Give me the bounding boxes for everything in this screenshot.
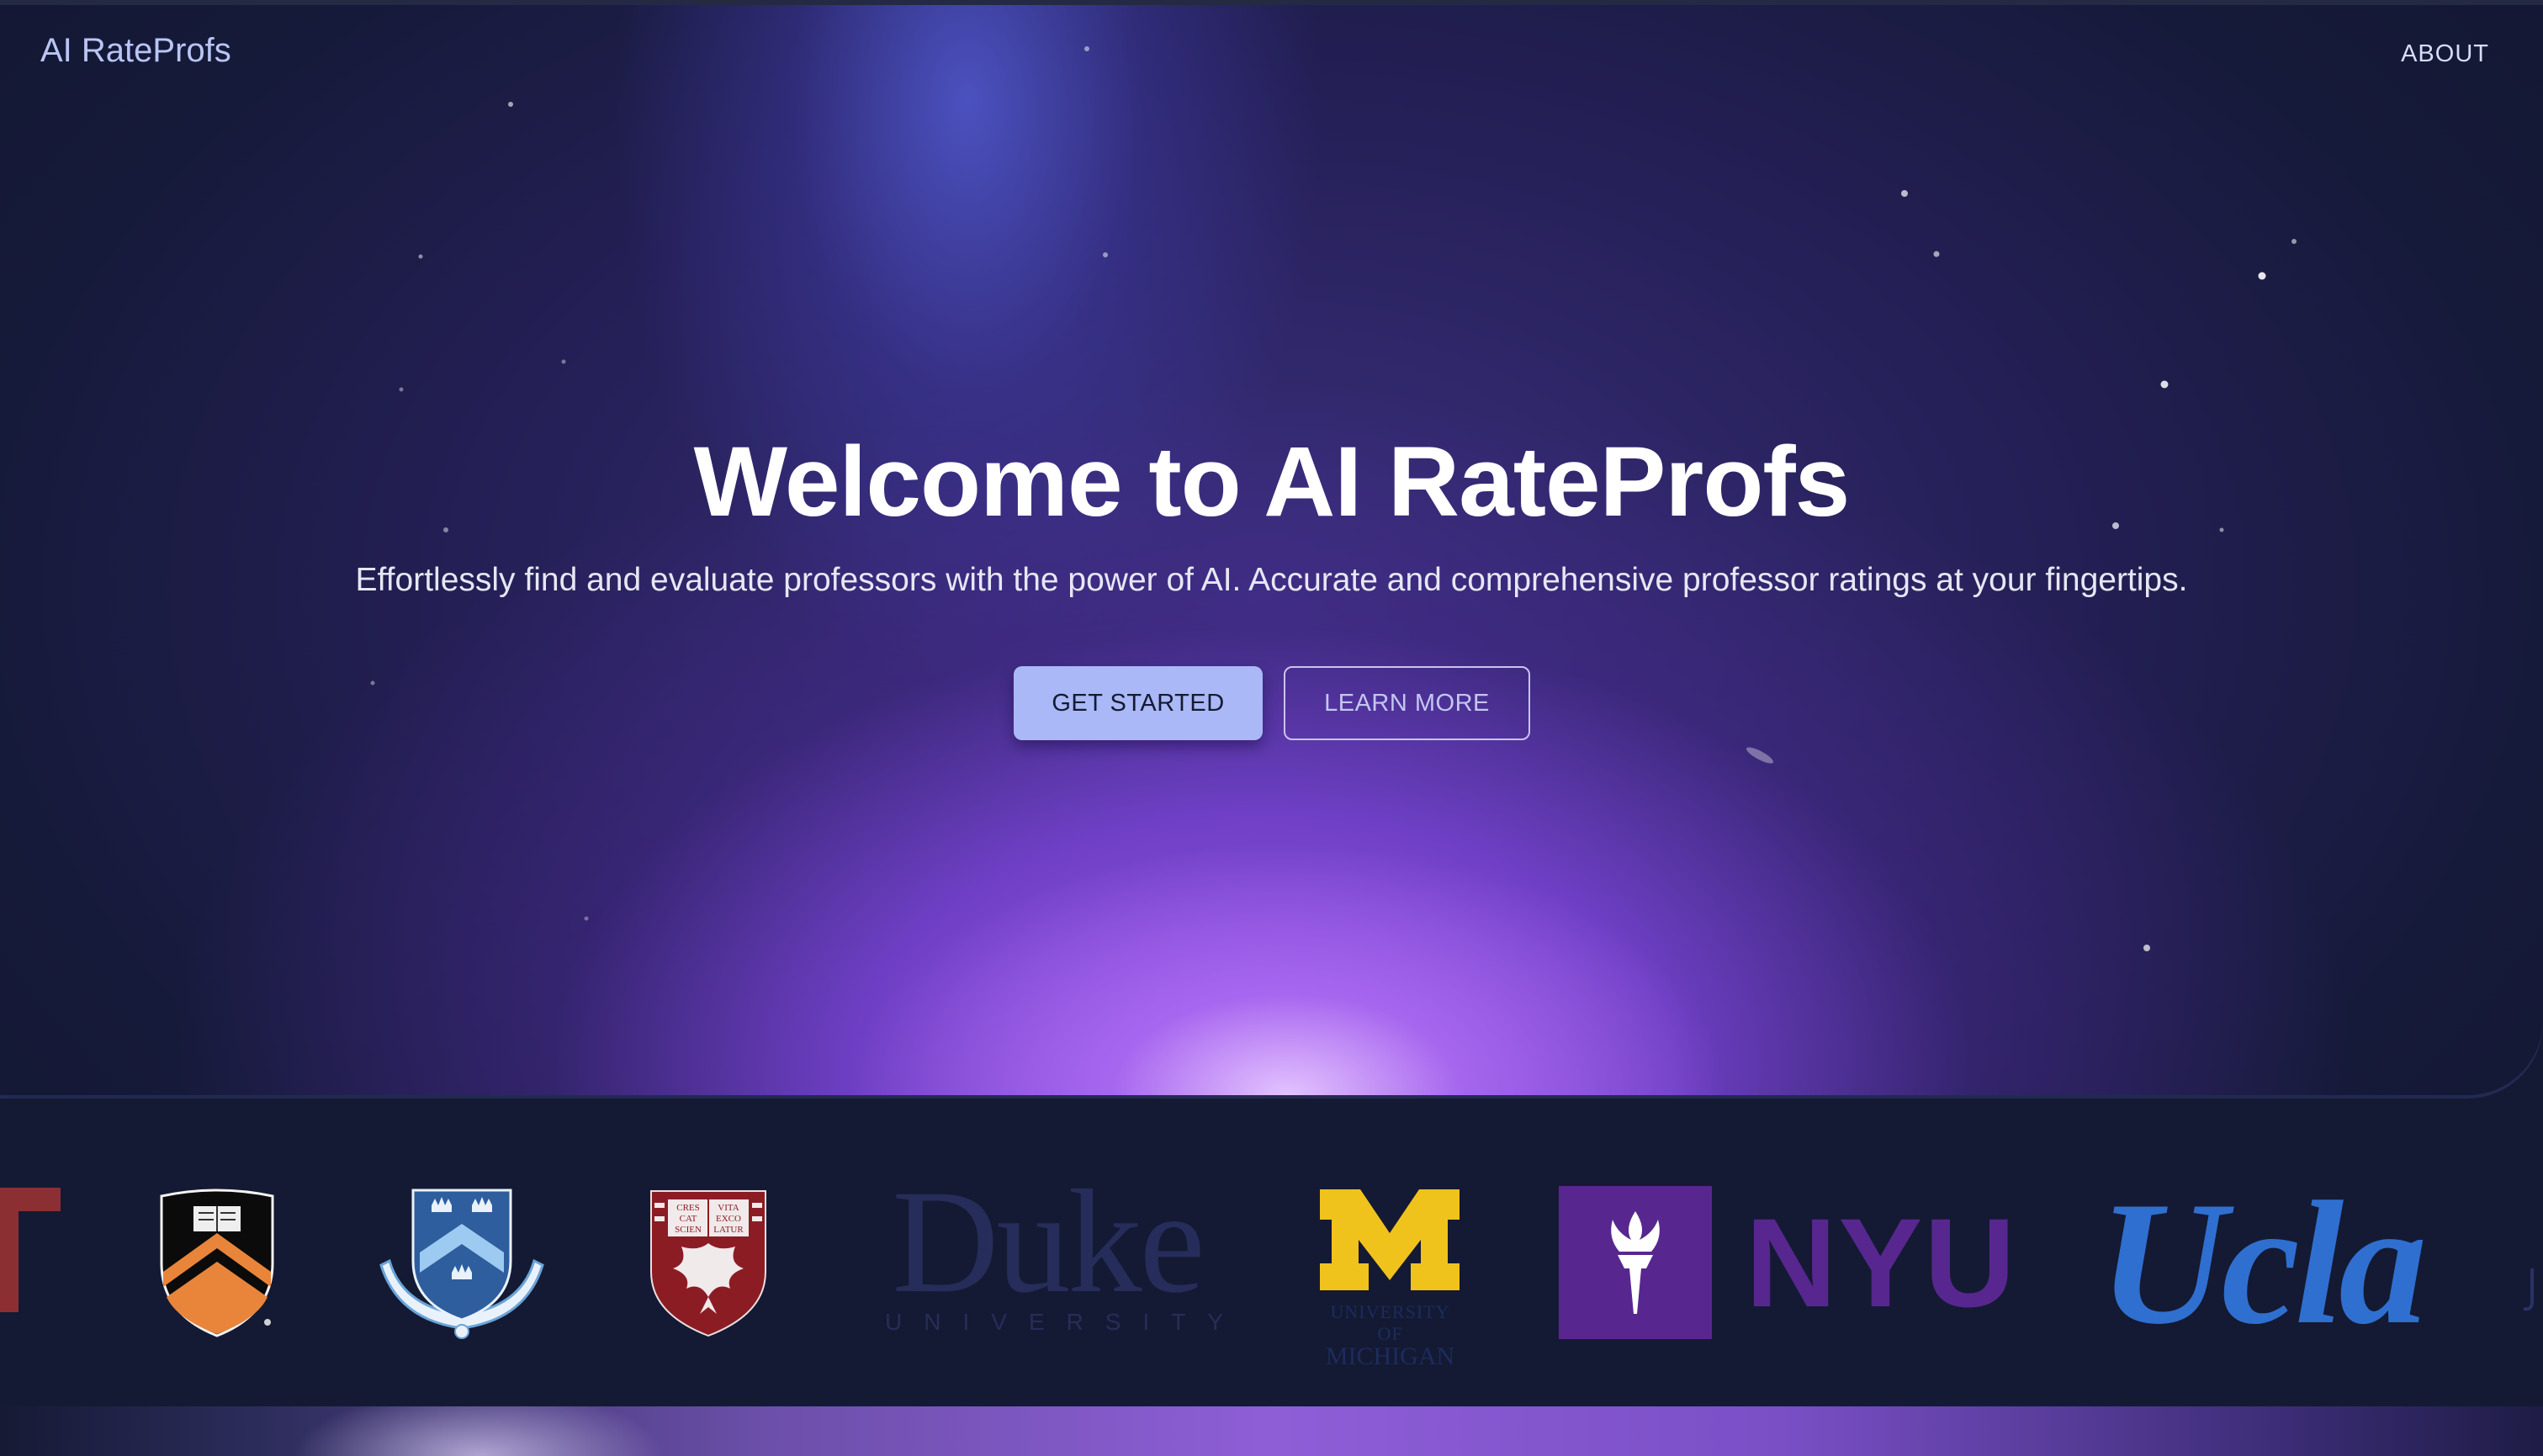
michigan-logo: UNIVERSITY OF MICHIGAN: [1317, 1186, 1464, 1369]
partial-logo-left: [0, 1188, 61, 1312]
svg-text:VITA: VITA: [718, 1203, 739, 1213]
partial-logo-right: [2523, 1268, 2534, 1311]
michigan-block-m-icon: [1320, 1189, 1460, 1290]
duke-logo: Duke UNIVERSITY: [866, 1160, 1246, 1347]
top-border: [0, 0, 2543, 5]
hero-section: [0, 0, 2543, 1095]
svg-text:CRES: CRES: [676, 1203, 700, 1213]
nyu-wordmark: NYU: [1746, 1192, 2017, 1333]
michigan-name-text: MICHIGAN: [1325, 1342, 1455, 1370]
brand-logo-text[interactable]: AI RateProfs: [40, 32, 231, 70]
learn-more-button[interactable]: LEARN MORE: [1284, 666, 1530, 740]
ucla-wordmark: Ucla: [2099, 1166, 2427, 1361]
university-logo-carousel: CRES CAT SCIEN VITA EXCO LATUR Duke UNIV…: [0, 1095, 2543, 1406]
uchicago-crest-icon: CRES CAT SCIEN VITA EXCO LATUR: [650, 1190, 766, 1337]
duke-wordmark: Duke: [892, 1160, 1205, 1324]
nyu-torch-icon: [1559, 1186, 1712, 1339]
princeton-shield-icon: [160, 1189, 274, 1337]
hero-subtitle: Effortlessly find and evaluate professor…: [355, 562, 2188, 598]
starfield: [370, 46, 2297, 951]
svg-text:LATUR: LATUR: [713, 1225, 744, 1235]
hero-title: Welcome to AI RateProfs: [693, 426, 1851, 537]
nyu-logo: NYU: [1559, 1186, 2016, 1339]
nav-about-link[interactable]: ABOUT: [2401, 40, 2489, 68]
michigan-university-of-text: UNIVERSITY OF: [1330, 1301, 1450, 1344]
ucla-logo: Ucla: [2099, 1171, 2435, 1356]
columbia-crest-icon: [379, 1189, 544, 1339]
svg-text:EXCO: EXCO: [716, 1214, 741, 1224]
get-started-button[interactable]: GET STARTED: [1014, 666, 1263, 740]
svg-text:SCIEN: SCIEN: [675, 1225, 702, 1235]
bottom-gradient-strip: [0, 1406, 2543, 1456]
duke-university-text: UNIVERSITY: [885, 1309, 1246, 1335]
svg-text:CAT: CAT: [680, 1214, 697, 1224]
